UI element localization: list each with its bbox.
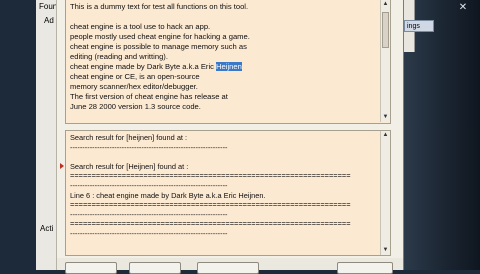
close-icon[interactable]: ✕ — [456, 2, 470, 14]
text-line — [70, 12, 390, 22]
text-line: people mostly used cheat engine for hack… — [70, 32, 250, 41]
action-button-2[interactable] — [129, 262, 181, 274]
result-line: ----------------------------------------… — [70, 209, 228, 219]
scroll-down-icon[interactable]: ▼ — [381, 246, 390, 255]
text-line: cheat engine is possible to manage memor… — [70, 42, 247, 51]
scroll-up-icon[interactable]: ▲ — [381, 131, 390, 140]
text-line: June 28 2000 version 1.3 source code. — [70, 102, 201, 111]
result-line: Search result for [Heijnen] found at : — [70, 161, 189, 171]
action-button-4[interactable] — [337, 262, 393, 274]
search-highlight: Heijnen — [216, 62, 242, 71]
result-line: ========================================… — [70, 200, 351, 210]
text-line-prefix: cheat engine made by Dark Byte a.k.a Eri… — [70, 62, 217, 71]
button-bar — [57, 258, 403, 274]
text-scrollbar[interactable]: ▲ ▼ — [380, 0, 390, 122]
text-line: This is a dummy text for test all functi… — [70, 2, 249, 11]
action-button-1[interactable] — [65, 262, 117, 274]
result-line: ========================================… — [70, 171, 351, 181]
result-line: ----------------------------------------… — [70, 180, 228, 190]
settings-tab[interactable]: ings — [404, 20, 434, 32]
background-label-2: Ad — [44, 16, 54, 25]
text-line: The first version of cheat engine has re… — [70, 92, 228, 101]
mouse-cursor-icon — [60, 163, 64, 169]
result-line: Search result for [heijnen] found at : — [70, 133, 188, 142]
result-line: ----------------------------------------… — [70, 228, 228, 238]
action-button-3[interactable] — [197, 262, 259, 274]
text-line: cheat engine or CE, is an open-source — [70, 72, 200, 81]
scroll-up-icon[interactable]: ▲ — [381, 0, 390, 9]
result-line — [70, 152, 390, 162]
text-line: memory scanner/hex editor/debugger. — [70, 82, 198, 91]
result-line: Line 6 : cheat engine made by Dark Byte … — [70, 190, 266, 200]
result-line: ========================================… — [70, 219, 351, 229]
scroll-down-icon[interactable]: ▼ — [381, 113, 390, 122]
main-window: This is a dummy text for test all functi… — [56, 0, 404, 274]
result-line: ----------------------------------------… — [70, 142, 228, 152]
results-scrollbar[interactable]: ▲ ▼ — [380, 131, 390, 255]
scroll-thumb[interactable] — [382, 12, 389, 48]
text-line: cheat engine is a tool use to hack an ap… — [70, 22, 211, 31]
background-label-3: Acti — [40, 224, 54, 233]
text-line-highlighted: cheat engine made by Dark Byte a.k.a Eri… — [70, 62, 390, 72]
text-line: editing (reading and writting). — [70, 52, 168, 61]
background-label-1: Foun — [39, 2, 58, 11]
search-results-area[interactable]: Search result for [heijnen] found at : -… — [65, 130, 391, 256]
source-text-area[interactable]: This is a dummy text for test all functi… — [65, 0, 391, 124]
